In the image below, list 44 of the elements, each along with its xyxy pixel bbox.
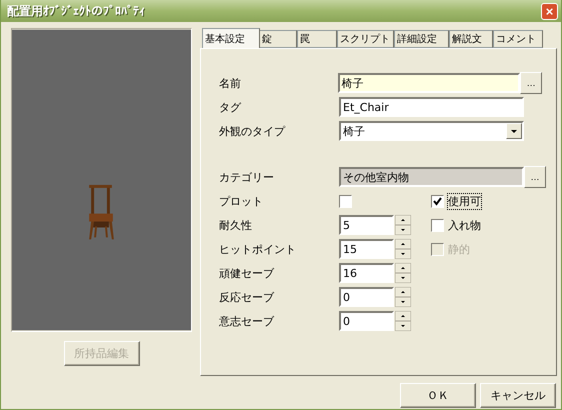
browse-button[interactable]: …	[520, 72, 542, 94]
ok-button[interactable]: ＯＫ	[400, 383, 476, 408]
field-label: プロット	[219, 194, 264, 208]
browse-button[interactable]: …	[524, 166, 546, 188]
spinner-icon[interactable]	[395, 287, 411, 307]
field-label: 反応セーブ	[219, 290, 276, 304]
tab[interactable]: 解説文	[449, 30, 493, 48]
field-label: 頑健セーブ	[219, 266, 276, 280]
tab[interactable]: 錠	[259, 30, 297, 48]
tab[interactable]: コメント	[493, 30, 543, 48]
checkbox[interactable]	[339, 194, 352, 208]
spinner-icon[interactable]	[395, 263, 411, 283]
field-label: 意志セーブ	[219, 314, 276, 328]
checkbox[interactable]	[431, 194, 444, 208]
checkbox[interactable]	[431, 218, 444, 232]
number-field[interactable]: 5	[339, 215, 394, 235]
spinner-icon[interactable]	[395, 311, 411, 331]
tab[interactable]: 基本設定	[202, 28, 260, 48]
spinner-icon[interactable]	[395, 215, 411, 235]
checkmark-icon	[433, 196, 442, 206]
field-label: カテゴリー	[219, 170, 275, 184]
field-label: 名前	[219, 76, 242, 90]
tab[interactable]: 罠	[297, 30, 337, 48]
text-field[interactable]: Et_Chair	[339, 97, 524, 117]
number-field[interactable]: 16	[339, 263, 394, 283]
cancel-button[interactable]: キャンセル	[480, 383, 556, 408]
checkbox-label: 使用可	[448, 194, 481, 208]
text-field[interactable]: 椅子	[338, 73, 520, 93]
tab[interactable]: 詳細設定	[394, 30, 449, 48]
field-label: 外観のタイプ	[219, 124, 286, 138]
number-field[interactable]: 0	[339, 287, 394, 307]
number-field[interactable]: 0	[339, 311, 394, 331]
tab[interactable]: スクリプト	[337, 30, 394, 48]
checkbox-label: 入れ物	[448, 218, 481, 232]
checkbox-label: 静的	[448, 242, 470, 256]
close-button[interactable]: ×	[541, 2, 558, 20]
field-label: ヒットポイント	[219, 242, 297, 256]
field-label: タグ	[219, 100, 242, 114]
spinner-icon[interactable]	[395, 239, 411, 259]
window-title: 配置用ｵﾌﾞｼﾞｪｸﾄのﾌﾟﾛﾊﾟﾃｨ	[7, 2, 145, 20]
category-field: その他室内物	[339, 167, 524, 187]
field-label: 耐久性	[219, 218, 253, 232]
number-field[interactable]: 15	[339, 239, 394, 259]
dropdown[interactable]: 椅子	[339, 121, 524, 141]
